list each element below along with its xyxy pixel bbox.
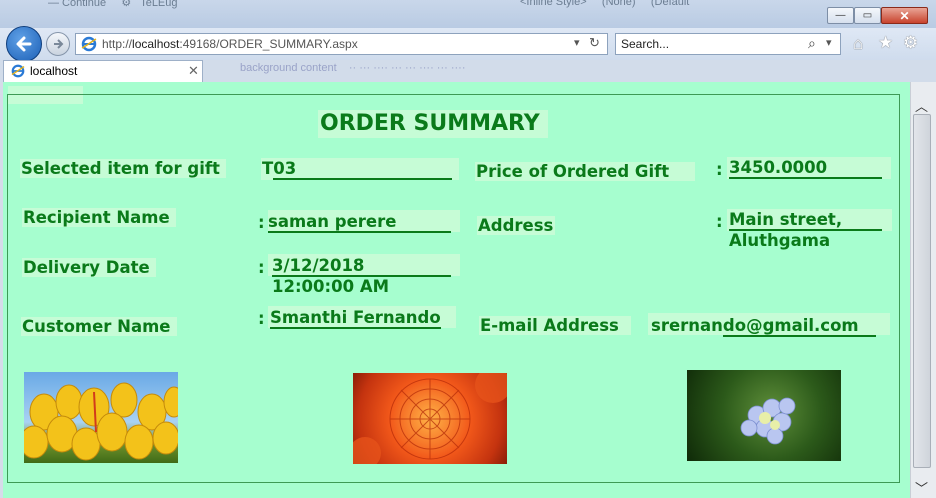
customer-value: Smanthi Fernando bbox=[270, 308, 441, 329]
url-text: http://localhost:49168/ORDER_SUMMARY.asp… bbox=[102, 37, 358, 51]
tulips-picture bbox=[24, 382, 178, 461]
page-title: ORDER SUMMARY bbox=[318, 110, 548, 138]
close-icon: ✕ bbox=[899, 8, 910, 23]
background-toolbar-ghost-2: <Inline Style> (None) (Default bbox=[520, 0, 690, 8]
address-colon: : bbox=[716, 212, 723, 231]
yellow-tulips-image[interactable] bbox=[24, 372, 178, 463]
tab-localhost[interactable]: localhost ✕ bbox=[3, 60, 203, 82]
customer-colon: : bbox=[258, 309, 265, 328]
delivery-time: 12:00:00 AM bbox=[272, 277, 390, 296]
forward-arrow-icon bbox=[54, 39, 64, 49]
address-bar[interactable]: http://localhost:49168/ORDER_SUMMARY.asp… bbox=[75, 33, 608, 55]
search-placeholder: Search... bbox=[621, 37, 670, 51]
favorites-star-icon[interactable]: ★ bbox=[878, 33, 893, 53]
delivery-colon: : bbox=[258, 258, 265, 277]
address-line-1: Main street, bbox=[729, 210, 882, 231]
maximize-icon: ▭ bbox=[862, 10, 873, 21]
chrysanthemum-picture bbox=[353, 373, 507, 464]
search-box[interactable]: Search... ⌕ ▾ bbox=[615, 33, 841, 55]
recipient-label: Recipient Name bbox=[22, 207, 176, 228]
orange-chrysanthemum-image[interactable] bbox=[353, 373, 507, 464]
back-arrow-icon bbox=[16, 36, 32, 52]
delivery-label: Delivery Date bbox=[22, 257, 156, 278]
forward-button[interactable] bbox=[46, 32, 70, 56]
customer-label: Customer Name bbox=[21, 316, 177, 337]
ie-page-icon bbox=[81, 36, 97, 52]
scroll-up-icon[interactable]: ︿ bbox=[915, 96, 928, 115]
close-window-button[interactable]: ✕ bbox=[881, 7, 928, 24]
maximize-button[interactable]: ▭ bbox=[854, 7, 881, 24]
search-icon[interactable]: ⌕ bbox=[808, 35, 816, 52]
address-line-2: Aluthgama bbox=[729, 231, 831, 250]
address-label: Address bbox=[477, 216, 556, 235]
tab-ie-icon bbox=[11, 64, 25, 78]
tab-title: localhost bbox=[30, 64, 78, 78]
price-value: 3450.0000 bbox=[729, 158, 882, 179]
tab-strip-ghost: background content ·· ··· ···· ··· ··· ·… bbox=[240, 62, 466, 74]
gift-label: Selected item for gift bbox=[20, 158, 226, 179]
search-dropdown-icon[interactable]: ▾ bbox=[826, 36, 832, 49]
scrollbar-thumb[interactable] bbox=[913, 114, 931, 468]
scroll-down-icon[interactable]: ﹀ bbox=[915, 478, 928, 497]
home-icon[interactable]: ⌂ bbox=[853, 34, 863, 54]
back-button[interactable] bbox=[6, 26, 42, 62]
delivery-value: 3/12/2018 12:00:00 AM bbox=[272, 256, 451, 296]
address-value: Main street, Aluthgama bbox=[729, 210, 882, 250]
settings-gear-icon[interactable]: ⚙ bbox=[903, 33, 918, 53]
recipient-value: saman perere bbox=[268, 212, 451, 233]
price-colon: : bbox=[716, 160, 723, 179]
gift-value: T03 bbox=[262, 159, 453, 180]
refresh-icon[interactable]: ↻ bbox=[589, 35, 600, 51]
hydrangea-image[interactable] bbox=[687, 370, 841, 461]
recipient-colon: : bbox=[258, 213, 265, 232]
dropdown-arrow-icon[interactable]: ▾ bbox=[574, 36, 580, 49]
email-label: E-mail Address bbox=[479, 315, 631, 336]
minimize-icon: — bbox=[835, 10, 846, 21]
tab-close-icon[interactable]: ✕ bbox=[188, 63, 199, 79]
email-value: srernando@gmail.com bbox=[651, 316, 876, 337]
hydrangea-picture bbox=[740, 397, 796, 445]
price-label: Price of Ordered Gift bbox=[475, 161, 696, 182]
background-toolbar-ghost: — Continue ⚙ TeLEug bbox=[48, 0, 178, 9]
minimize-button[interactable]: — bbox=[827, 7, 854, 24]
delivery-date: 3/12/2018 bbox=[272, 256, 451, 277]
